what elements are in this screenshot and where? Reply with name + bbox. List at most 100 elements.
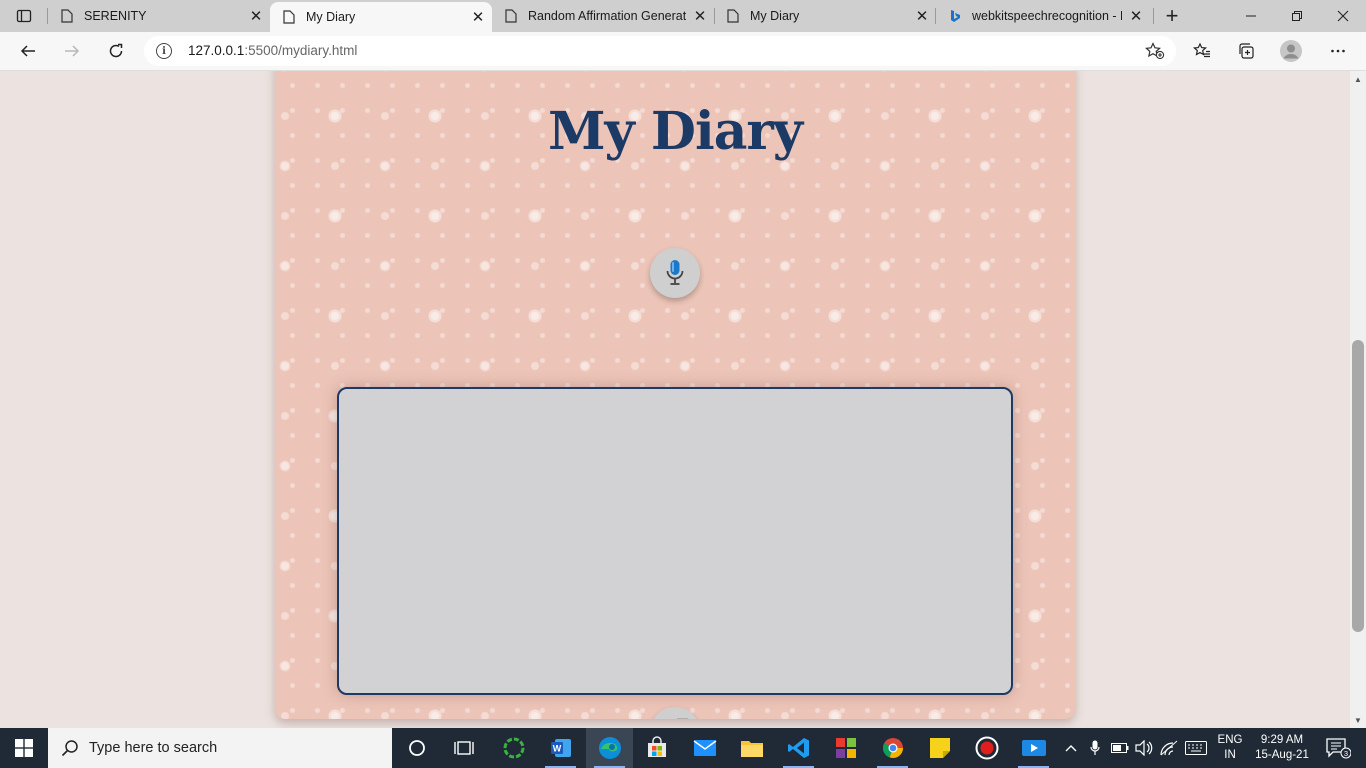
- record-icon: [975, 736, 998, 760]
- favorites-icon: [1193, 42, 1210, 58]
- volume-button[interactable]: [1132, 728, 1156, 768]
- close-icon[interactable]: ✕: [464, 3, 492, 31]
- taskbar-app-colorful[interactable]: [822, 728, 869, 768]
- forward-button[interactable]: [56, 35, 88, 67]
- arrow-right-icon: [65, 45, 80, 57]
- task-view-icon: [453, 741, 474, 755]
- info-icon[interactable]: i: [156, 43, 172, 59]
- tab-random-affirmation[interactable]: Random Affirmation Generat ✕: [492, 0, 714, 32]
- microphone-tray-button[interactable]: [1084, 728, 1106, 768]
- keyboard-icon: [1185, 741, 1207, 755]
- collections-button[interactable]: [1230, 35, 1262, 67]
- add-favorite-button[interactable]: [1144, 41, 1166, 61]
- tab-separator: [1153, 8, 1154, 24]
- arrow-left-icon: [20, 45, 35, 57]
- taskbar-app-sticky-notes[interactable]: [916, 728, 963, 768]
- action-center-button[interactable]: 3: [1318, 728, 1358, 768]
- settings-menu-button[interactable]: [1322, 35, 1354, 67]
- restore-button[interactable]: [1274, 0, 1320, 32]
- taskbar-app-file-explorer[interactable]: [728, 728, 775, 768]
- profile-button[interactable]: [1275, 35, 1307, 67]
- language-indicator[interactable]: ENG IN: [1212, 728, 1248, 768]
- tab-my-diary[interactable]: My Diary ✕: [714, 0, 936, 32]
- collections-icon: [1239, 43, 1254, 59]
- refresh-icon: [109, 43, 123, 58]
- page-viewport: My Diary: [0, 71, 1350, 728]
- microphone-button[interactable]: [650, 248, 700, 298]
- store-icon: [647, 736, 666, 757]
- page-icon: [60, 9, 74, 23]
- open-external-button[interactable]: [650, 707, 700, 719]
- taskbar-app-edge[interactable]: [586, 728, 633, 768]
- refresh-button[interactable]: [100, 35, 132, 67]
- battery-button[interactable]: [1108, 728, 1132, 768]
- close-icon: [1337, 10, 1349, 22]
- bing-icon: [948, 9, 962, 23]
- scrollbar-thumb[interactable]: [1352, 340, 1364, 632]
- tab-actions-button[interactable]: [0, 0, 48, 32]
- chrome-icon: [882, 738, 903, 758]
- scroll-down-icon[interactable]: ▼: [1350, 712, 1366, 728]
- taskbar: Type here to search W ENG IN 9:29 AM 15-…: [0, 728, 1366, 768]
- cortana-button[interactable]: [393, 728, 440, 768]
- tab-title: Random Affirmation Generat: [528, 9, 686, 23]
- address-bar[interactable]: i 127.0.0.1:5500/mydiary.html: [144, 36, 1176, 66]
- taskbar-app-word[interactable]: W: [537, 728, 584, 768]
- page-scrollbar[interactable]: ▲ ▼: [1350, 71, 1366, 728]
- language-code: ENG: [1217, 734, 1243, 746]
- tab-title: My Diary: [750, 9, 800, 23]
- cortana-icon: [408, 740, 425, 756]
- clock-time: 9:29 AM: [1260, 734, 1304, 746]
- taskbar-app-vscode[interactable]: [775, 728, 822, 768]
- network-button[interactable]: [1156, 728, 1182, 768]
- close-icon[interactable]: ✕: [1122, 2, 1150, 30]
- notification-icon: 3: [1326, 738, 1351, 759]
- wifi-icon: [1160, 740, 1178, 756]
- restore-icon: [1292, 11, 1302, 21]
- volume-icon: [1135, 740, 1153, 756]
- show-hidden-icons-button[interactable]: [1060, 728, 1082, 768]
- close-icon[interactable]: ✕: [686, 2, 714, 30]
- media-player-icon: [1021, 740, 1046, 756]
- microphone-icon: [1090, 740, 1100, 755]
- task-view-button[interactable]: [440, 728, 487, 768]
- url-path: :5500/mydiary.html: [244, 43, 358, 58]
- minimize-button[interactable]: [1228, 0, 1274, 32]
- svg-text:W: W: [552, 744, 561, 754]
- plus-icon: +: [1165, 3, 1179, 28]
- taskbar-app-media[interactable]: [1010, 728, 1057, 768]
- favorites-button[interactable]: [1186, 35, 1218, 67]
- url-host: 127.0.0.1: [188, 43, 245, 58]
- page-icon: [282, 10, 296, 24]
- taskbar-app-recorder[interactable]: [963, 728, 1010, 768]
- word-icon: W: [550, 739, 571, 757]
- tab-strip: SERENITY ✕ My Diary ✕ Random Affirmation…: [0, 0, 1366, 32]
- start-button[interactable]: [0, 728, 47, 768]
- tab-actions-icon: [16, 9, 32, 23]
- tab-my-diary-active[interactable]: My Diary ✕: [270, 2, 492, 32]
- scroll-up-icon[interactable]: ▲: [1350, 71, 1366, 87]
- url-text[interactable]: 127.0.0.1:5500/mydiary.html: [188, 43, 357, 58]
- clock[interactable]: 9:29 AM 15-Aug-21: [1248, 728, 1316, 768]
- tab-serenity[interactable]: SERENITY ✕: [48, 0, 270, 32]
- close-icon[interactable]: ✕: [908, 2, 936, 30]
- new-tab-button[interactable]: +: [1158, 2, 1186, 30]
- taskbar-app-store[interactable]: [633, 728, 680, 768]
- notification-count: 3: [1344, 749, 1348, 758]
- taskbar-app-chrome[interactable]: [869, 728, 916, 768]
- taskbar-app-refresh[interactable]: [490, 728, 537, 768]
- taskbar-search[interactable]: Type here to search: [48, 728, 392, 768]
- diary-textarea[interactable]: [337, 387, 1013, 695]
- circular-app-icon: [503, 737, 524, 759]
- microphone-icon: [666, 260, 684, 285]
- touch-keyboard-button[interactable]: [1182, 728, 1210, 768]
- app-grid-icon: [835, 738, 856, 758]
- close-window-button[interactable]: [1320, 0, 1366, 32]
- search-icon: [61, 740, 78, 757]
- back-button[interactable]: [12, 35, 44, 67]
- sticky-notes-icon: [929, 738, 950, 758]
- taskbar-app-mail[interactable]: [681, 728, 728, 768]
- close-icon[interactable]: ✕: [242, 2, 270, 30]
- tab-bing-search[interactable]: webkitspeechrecognition - Bi ✕: [936, 0, 1150, 32]
- diary-card: My Diary: [275, 71, 1075, 719]
